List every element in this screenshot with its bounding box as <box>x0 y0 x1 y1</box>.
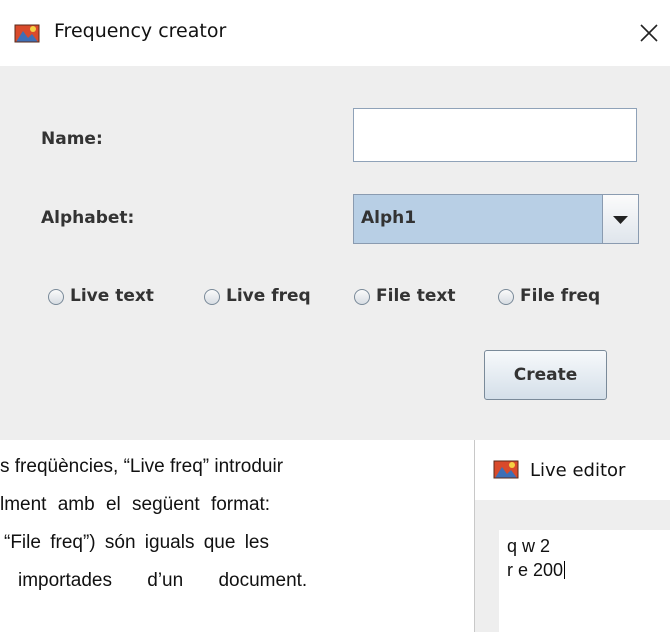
radio-circle-icon <box>354 289 370 305</box>
document-line: “File freq”) són iguals que les <box>4 532 269 553</box>
app-icon <box>14 22 40 44</box>
document-line: lment amb el següent format: <box>0 494 271 515</box>
text-caret <box>564 561 566 579</box>
alphabet-dropdown-button[interactable] <box>602 195 638 243</box>
radio-circle-icon <box>204 289 220 305</box>
live-editor-titlebar: Live editor <box>475 440 670 500</box>
alphabet-select[interactable]: Alph1 <box>353 194 639 244</box>
radio-label: Live text <box>70 286 154 306</box>
live-editor-window: Live editor q w 2 r e 200 <box>474 440 670 632</box>
alphabet-selected-value: Alph1 <box>361 208 417 228</box>
app-icon <box>493 458 519 480</box>
radio-label: File text <box>376 286 456 306</box>
name-input[interactable] <box>353 108 637 162</box>
window-title: Frequency creator <box>54 20 227 42</box>
close-icon <box>640 24 658 42</box>
radio-circle-icon <box>498 289 514 305</box>
radio-circle-icon <box>48 289 64 305</box>
alphabet-label: Alphabet: <box>41 208 135 228</box>
document-line: importades d’un document. <box>18 570 308 591</box>
live-editor-line: q w 2 <box>507 536 551 556</box>
window-titlebar: Frequency creator <box>0 0 670 66</box>
radio-label: Live freq <box>226 286 311 306</box>
live-editor-textarea[interactable]: q w 2 r e 200 <box>499 530 670 632</box>
document-line: s freqüències, “Live freq” introduir <box>0 456 284 477</box>
form-panel: Name: Alphabet: Alph1 Live text Live fre… <box>0 66 670 440</box>
mode-radio-group: Live text Live freq File text File freq <box>48 284 648 312</box>
live-editor-title: Live editor <box>530 460 626 481</box>
live-editor-line: r e 200 <box>507 560 566 581</box>
live-editor-line-text: r e 200 <box>507 560 564 580</box>
create-button[interactable]: Create <box>484 350 607 400</box>
radio-label: File freq <box>520 286 601 306</box>
name-label: Name: <box>41 129 103 149</box>
triangle-down-icon <box>613 216 628 224</box>
close-button[interactable] <box>634 18 664 48</box>
